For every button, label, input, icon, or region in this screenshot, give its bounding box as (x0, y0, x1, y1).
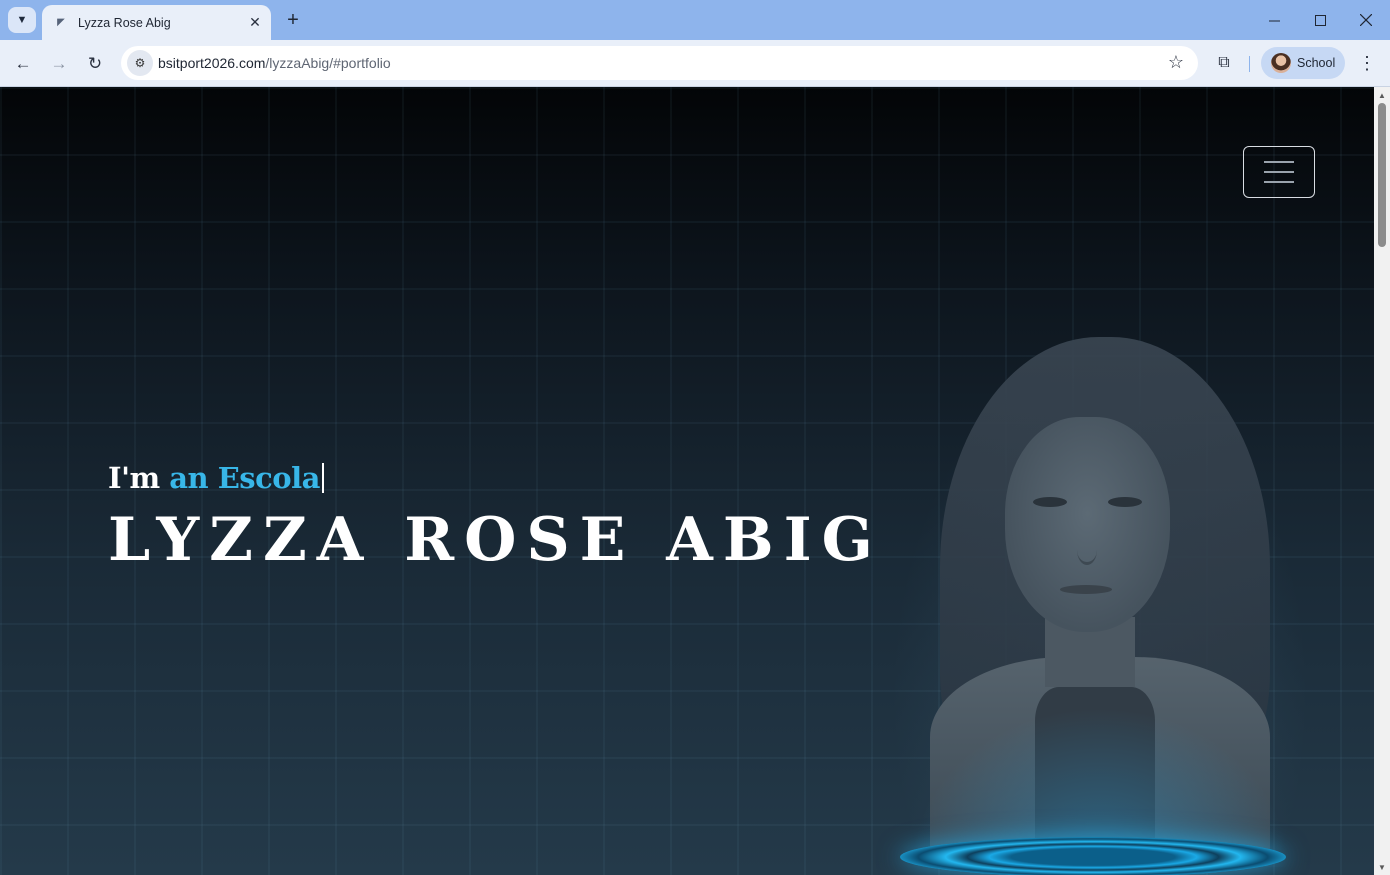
chevron-down-icon: ▼ (16, 14, 28, 26)
maximize-button[interactable] (1297, 0, 1343, 40)
browser-titlebar: ▼ ◤ Lyzza Rose Abig ✕ + (0, 0, 1390, 40)
minimize-icon (1268, 20, 1280, 21)
scroll-thumb[interactable] (1378, 103, 1386, 247)
page-scrollbar[interactable]: ▲ ▼ (1374, 87, 1390, 875)
toolbar-divider (1249, 56, 1250, 72)
forward-button[interactable]: → (45, 50, 73, 78)
arrow-right-icon: → (50, 54, 68, 73)
hamburger-icon (1264, 181, 1294, 183)
star-icon[interactable]: ☆ (1168, 52, 1184, 73)
tune-icon: ⚙ (134, 56, 146, 70)
typing-caret (321, 463, 324, 493)
profile-label: School (1297, 56, 1336, 70)
hero-section: I'm an Escola LYZZA ROSE ABIG (0, 87, 1374, 875)
intro-prefix: I'm (108, 461, 170, 495)
plus-icon: + (287, 9, 299, 31)
extensions-button[interactable]: ⧉ (1212, 51, 1236, 75)
scroll-up-icon[interactable]: ▲ (1374, 87, 1390, 103)
url-path: /lyzzaAbig/#portfolio (265, 55, 391, 71)
minimize-button[interactable] (1251, 0, 1297, 40)
browser-menu-button[interactable]: ⋮ (1356, 51, 1378, 75)
page-icon: ◤ (57, 17, 65, 28)
address-bar[interactable]: ⚙ bsitport2026.com/lyzzaAbig/#portfolio … (121, 46, 1198, 80)
puzzle-icon: ⧉ (1218, 54, 1230, 71)
arrow-left-icon: ← (14, 54, 32, 73)
tab-search-button[interactable]: ▼ (8, 7, 36, 33)
reload-button[interactable]: ↻ (81, 50, 109, 78)
hologram-platform (900, 837, 1286, 875)
hamburger-icon (1264, 161, 1294, 163)
url-text[interactable]: bsitport2026.com/lyzzaAbig/#portfolio (158, 55, 391, 71)
browser-tab[interactable]: ◤ Lyzza Rose Abig ✕ (42, 5, 271, 40)
close-icon (1360, 14, 1372, 26)
reload-icon: ↻ (87, 54, 103, 73)
close-icon[interactable]: ✕ (245, 13, 265, 33)
new-tab-button[interactable]: + (282, 9, 304, 31)
hamburger-icon (1264, 171, 1294, 173)
window-close-button[interactable] (1343, 0, 1389, 40)
intro-line: I'm an Escola (108, 461, 883, 495)
hologram-portrait (870, 327, 1330, 875)
site-info-button[interactable]: ⚙ (127, 50, 153, 76)
hero-name: LYZZA ROSE ABIG (108, 505, 883, 575)
back-button[interactable]: ← (9, 50, 37, 78)
avatar (1271, 53, 1291, 73)
profile-button[interactable]: School (1261, 47, 1345, 79)
nav-menu-toggle[interactable] (1243, 146, 1315, 198)
url-domain: bsitport2026.com (158, 55, 266, 71)
scroll-down-icon[interactable]: ▼ (1374, 859, 1390, 875)
browser-toolbar: ← → ↻ ⚙ bsitport2026.com/lyzzaAbig/#port… (0, 40, 1390, 87)
tab-title: Lyzza Rose Abig (78, 15, 171, 30)
hero-text: I'm an Escola LYZZA ROSE ABIG (108, 461, 883, 575)
more-vertical-icon: ⋮ (1358, 52, 1376, 73)
maximize-icon (1314, 14, 1326, 26)
typed-text: an Escola (169, 461, 320, 495)
